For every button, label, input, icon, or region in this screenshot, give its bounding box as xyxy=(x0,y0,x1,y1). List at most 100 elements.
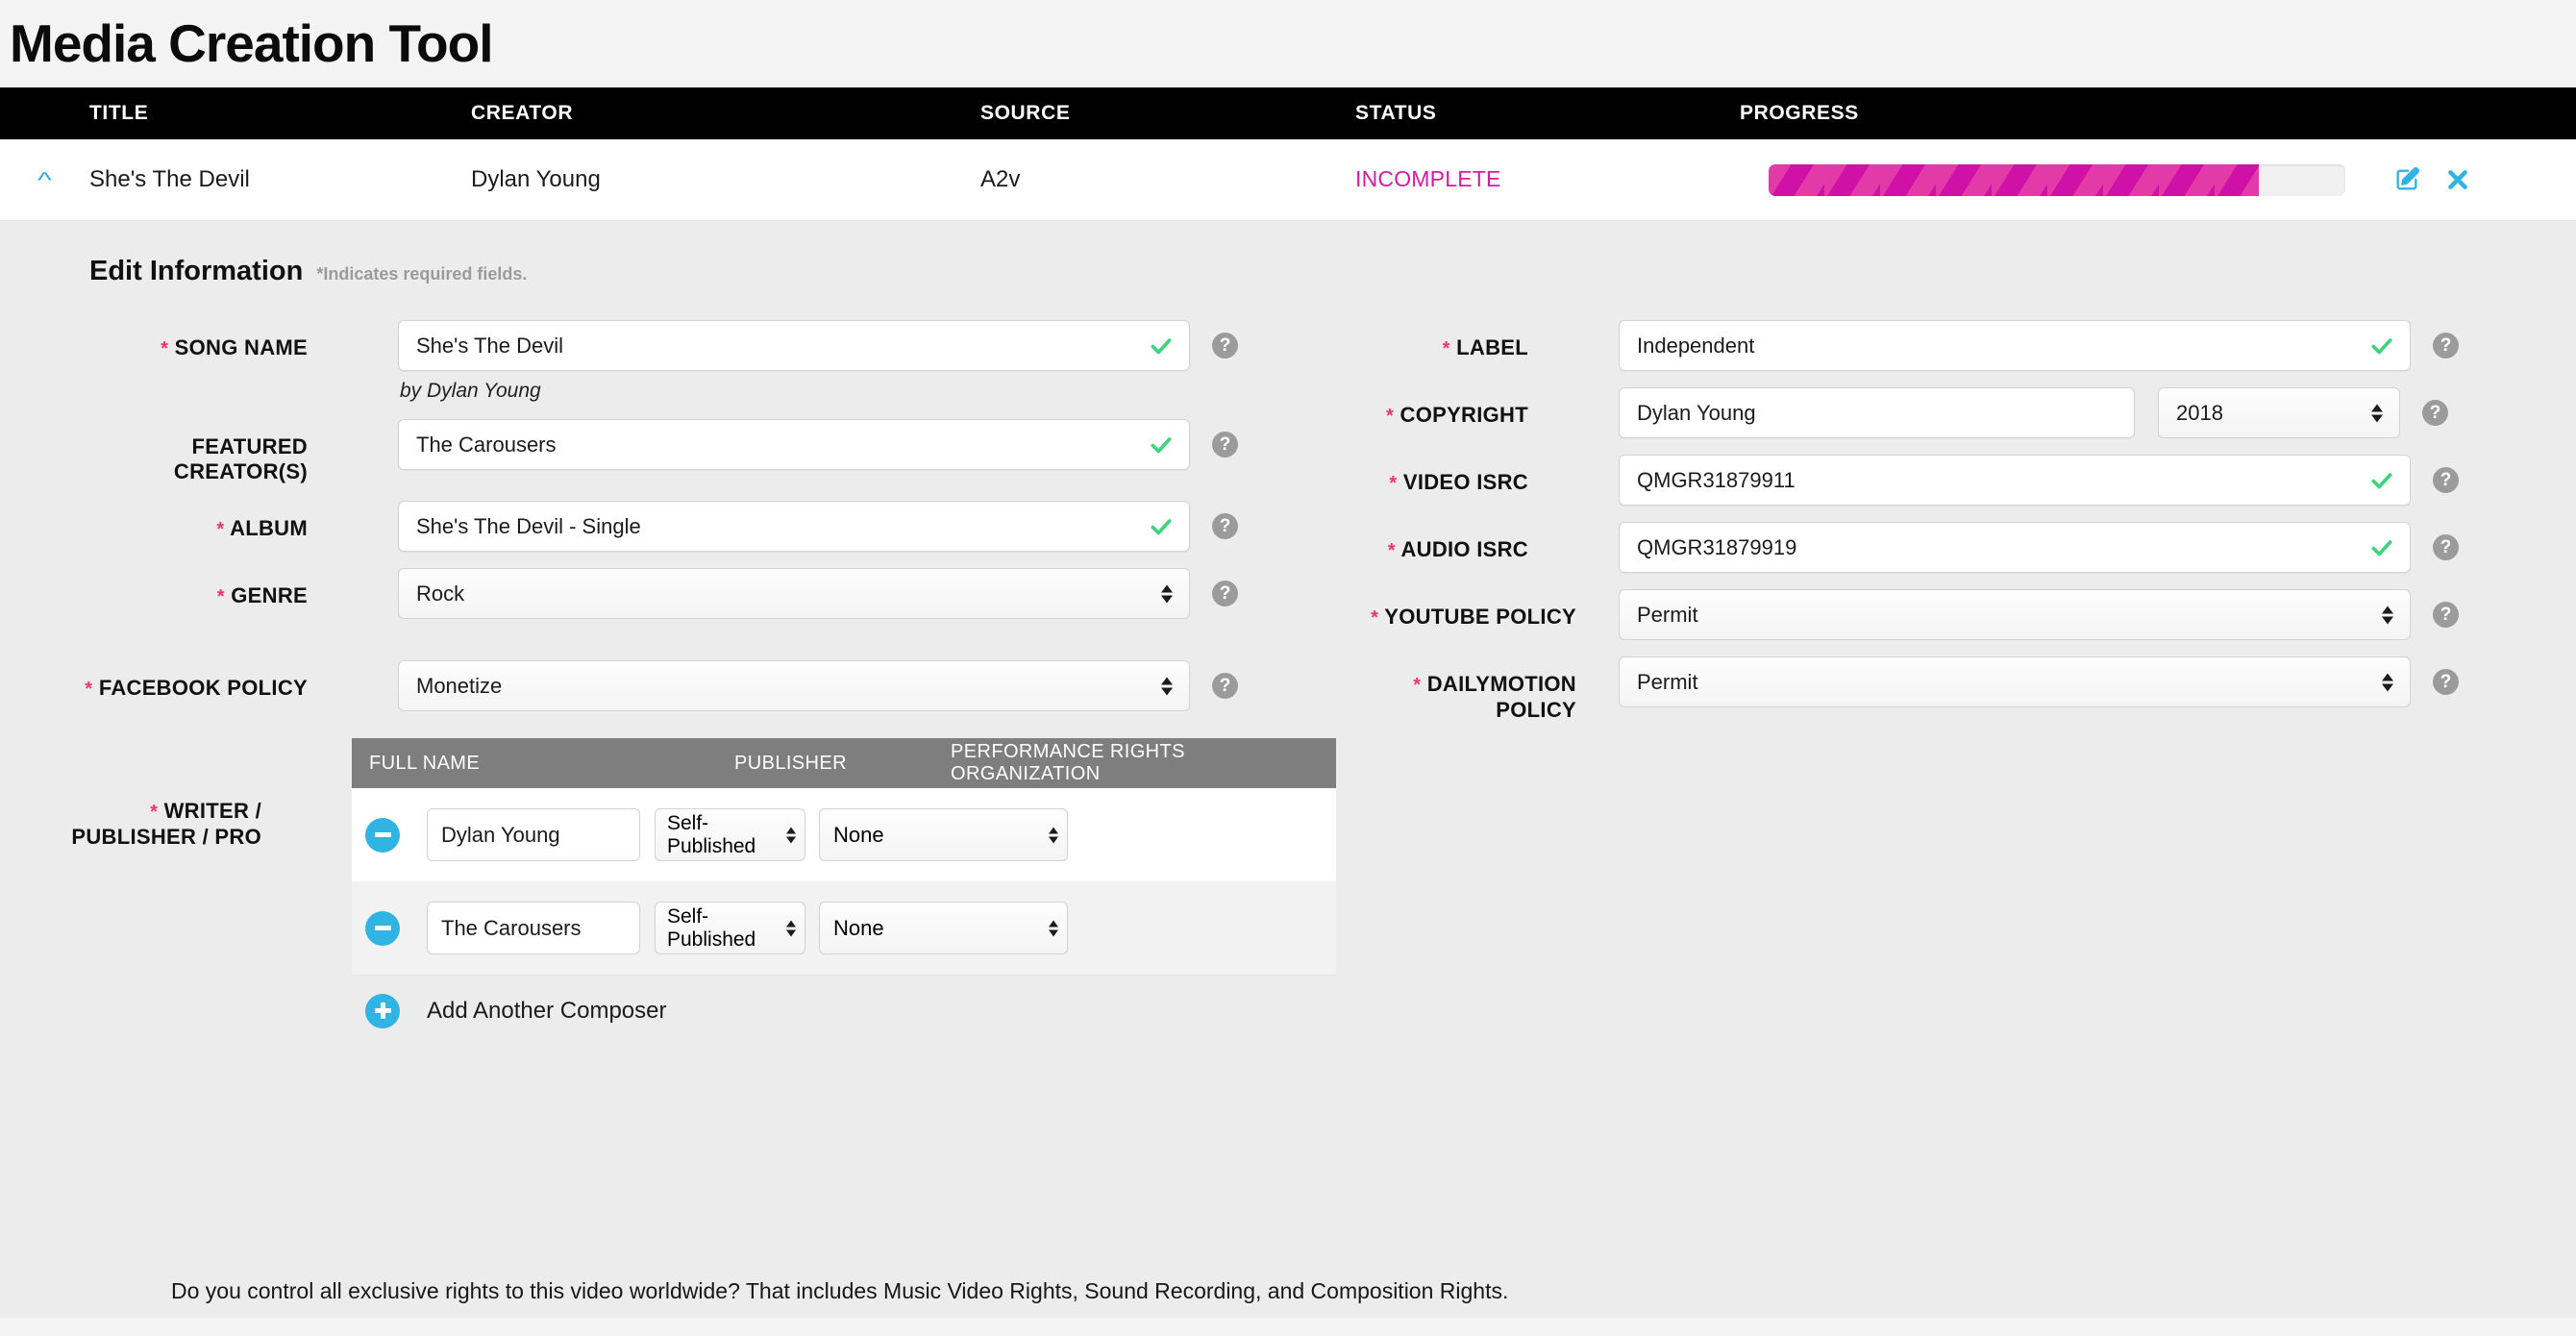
stepper-arrows-icon xyxy=(1049,827,1058,844)
composer-pro-value: None xyxy=(833,822,884,847)
label-video-isrc: * VIDEO ISRC xyxy=(1336,455,1528,496)
help-icon[interactable]: ? xyxy=(1212,581,1238,607)
cell-creator: Dylan Young xyxy=(471,166,601,193)
youtube-policy-select[interactable]: Permit xyxy=(1619,589,2411,641)
required-asterisk: * xyxy=(216,519,225,541)
label-copyright: * COPYRIGHT xyxy=(1336,387,1528,429)
song-name-value: She's The Devil xyxy=(416,333,563,358)
table-row[interactable]: ^ She's The Devil Dylan Young A2v INCOMP… xyxy=(0,139,2576,222)
help-icon[interactable]: ? xyxy=(1212,333,1238,359)
plus-circle-icon[interactable] xyxy=(365,993,400,1028)
check-mark-icon xyxy=(1149,334,1174,359)
help-icon[interactable]: ? xyxy=(2433,333,2459,359)
label-text-line1: FEATURED xyxy=(191,434,308,459)
label-input[interactable]: Independent xyxy=(1619,320,2411,372)
column-header-source: SOURCE xyxy=(980,102,1071,125)
column-header-creator: CREATOR xyxy=(471,102,574,125)
audio-isrc-input[interactable]: QMGR31879919 xyxy=(1619,522,2411,574)
close-x-icon[interactable] xyxy=(2445,167,2470,192)
genre-select[interactable]: Rock xyxy=(398,568,1190,620)
label-text: AUDIO ISRC xyxy=(1400,537,1528,562)
label-text: SONG NAME xyxy=(174,335,308,360)
help-icon[interactable]: ? xyxy=(2422,400,2448,427)
column-header-status: STATUS xyxy=(1355,102,1437,125)
label-text: COPYRIGHT xyxy=(1399,403,1528,428)
label-text: VIDEO ISRC xyxy=(1402,470,1528,495)
column-header-progress: PROGRESS xyxy=(1740,102,1859,125)
panel-header: Edit Information *Indicates required fie… xyxy=(0,256,2576,287)
copyright-value: Dylan Young xyxy=(1637,400,1756,425)
help-icon[interactable]: ? xyxy=(1212,513,1238,540)
featured-creators-input[interactable]: The Carousers xyxy=(398,419,1190,471)
composer-col-pro: PERFORMANCE RIGHTS ORGANIZATION xyxy=(951,741,1185,785)
column-header-title: TITLE xyxy=(89,102,149,125)
help-icon[interactable]: ? xyxy=(1212,432,1238,458)
label-dailymotion-policy: * DAILYMOTION POLICY xyxy=(1336,656,1576,723)
label-text: LABEL xyxy=(1456,335,1528,360)
edit-pencil-square-icon[interactable] xyxy=(2393,166,2420,193)
required-asterisk: * xyxy=(85,679,93,701)
minus-circle-icon[interactable] xyxy=(365,910,400,946)
collapse-toggle[interactable]: ^ xyxy=(0,168,89,191)
composer-publisher-select[interactable]: Self-Published xyxy=(655,902,805,955)
copyright-input[interactable]: Dylan Young xyxy=(1619,387,2135,439)
cell-title: She's The Devil xyxy=(89,166,250,193)
composer-row: Dylan Young Self-Published None xyxy=(352,788,1336,882)
row-actions xyxy=(2393,166,2470,193)
dailymotion-policy-select[interactable]: Permit xyxy=(1619,656,2411,708)
field-featured-creators: FEATURED CREATOR(S) The Carousers ? xyxy=(0,419,1336,484)
help-icon[interactable]: ? xyxy=(2433,669,2459,696)
required-asterisk: * xyxy=(161,338,169,360)
required-fields-note: *Indicates required fields. xyxy=(316,264,528,285)
facebook-policy-value: Monetize xyxy=(416,673,503,698)
add-another-composer-row[interactable]: Add Another Composer xyxy=(352,975,1336,1047)
youtube-policy-value: Permit xyxy=(1637,602,1698,627)
required-asterisk: * xyxy=(1387,540,1396,562)
required-asterisk: * xyxy=(1385,406,1395,428)
minus-circle-icon[interactable] xyxy=(365,817,400,853)
media-table-header: TITLE CREATOR SOURCE STATUS PROGRESS xyxy=(0,87,2576,140)
panel-title: Edit Information xyxy=(89,256,304,287)
progress-bar xyxy=(1769,163,2345,196)
song-name-input[interactable]: She's The Devil xyxy=(398,320,1190,372)
composer-table-header: FULL NAME PUBLISHER PERFORMANCE RIGHTS O… xyxy=(352,738,1336,789)
left-form-column: * SONG NAME She's The Devil by Dylan You… xyxy=(0,320,1336,1062)
composer-pro-select[interactable]: None xyxy=(819,902,1068,955)
required-asterisk: * xyxy=(216,586,225,608)
field-writer-publisher-pro: * WRITER / PUBLISHER / PRO FULL NAME PUB… xyxy=(0,738,1336,1047)
right-form-column: * LABEL Independent ? * COPYRIGHT Dylan … xyxy=(1336,320,2576,1062)
label-text-line1: * DAILYMOTION xyxy=(1413,672,1576,697)
video-isrc-input[interactable]: QMGR31879911 xyxy=(1619,455,2411,507)
help-icon[interactable]: ? xyxy=(2433,467,2459,494)
help-icon[interactable]: ? xyxy=(2433,602,2459,629)
composer-full-name-input[interactable]: Dylan Young xyxy=(427,808,640,862)
composer-table: FULL NAME PUBLISHER PERFORMANCE RIGHTS O… xyxy=(352,738,1336,1047)
label-text-line2: CREATOR(S) xyxy=(173,459,308,484)
stepper-arrows-icon xyxy=(1049,920,1058,937)
cell-status: INCOMPLETE xyxy=(1355,166,1740,193)
check-mark-icon xyxy=(1149,514,1174,539)
required-asterisk: * xyxy=(150,802,159,824)
album-input[interactable]: She's The Devil - Single xyxy=(398,501,1190,553)
field-audio-isrc: * AUDIO ISRC QMGR31879919 ? xyxy=(1336,522,2576,574)
progress-bar-fill xyxy=(1769,163,2259,196)
composer-pro-select[interactable]: None xyxy=(819,808,1068,862)
label-text-line2: PUBLISHER / PRO xyxy=(71,824,261,849)
composer-full-name-input[interactable]: The Carousers xyxy=(427,902,640,955)
composer-row: The Carousers Self-Published None xyxy=(352,881,1336,976)
edit-information-panel: Edit Information *Indicates required fie… xyxy=(0,221,2576,1319)
album-value: She's The Devil - Single xyxy=(416,513,641,538)
composer-full-name-value: Dylan Young xyxy=(441,822,560,847)
label-text: YOUTUBE POLICY xyxy=(1384,605,1576,630)
copyright-year-select[interactable]: 2018 xyxy=(2158,387,2400,439)
help-icon[interactable]: ? xyxy=(1212,673,1238,700)
field-facebook-policy: * FACEBOOK POLICY Monetize ? xyxy=(0,660,1336,712)
label-featured-creators: FEATURED CREATOR(S) xyxy=(0,419,308,484)
required-asterisk: * xyxy=(1389,473,1398,495)
audio-isrc-value: QMGR31879919 xyxy=(1637,534,1797,559)
label-value: Independent xyxy=(1637,333,1755,358)
composer-publisher-select[interactable]: Self-Published xyxy=(655,808,805,862)
check-mark-icon xyxy=(2369,334,2394,359)
help-icon[interactable]: ? xyxy=(2433,534,2459,561)
facebook-policy-select[interactable]: Monetize xyxy=(398,660,1190,712)
